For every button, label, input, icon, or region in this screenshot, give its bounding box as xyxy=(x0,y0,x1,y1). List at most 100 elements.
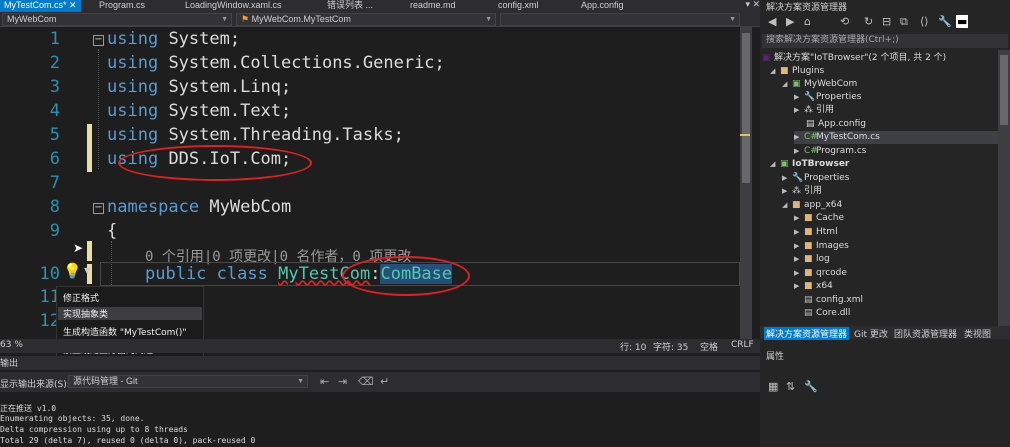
line-number: 2 xyxy=(49,53,60,73)
forward-icon[interactable]: ▶ xyxy=(786,15,794,28)
tab-app-config[interactable]: App.config xyxy=(581,0,624,12)
scrollbar-thumb[interactable] xyxy=(742,33,750,183)
change-marker xyxy=(87,241,92,261)
tab-git-changes[interactable]: Git 更改 xyxy=(854,327,888,340)
tree-item[interactable]: ▶ ■ Cache xyxy=(794,212,844,225)
close-icon[interactable]: ✕ xyxy=(69,0,77,10)
code-line: using System.Linq; xyxy=(107,77,292,97)
tab-solution-explorer[interactable]: 解决方案资源管理器 xyxy=(764,327,850,340)
output-source-label: 显示输出来源(S): xyxy=(0,380,70,390)
navigation-bar: MyWebCom ▼ ⚑ MyWebCom.MyTestCom ▼ ▼ xyxy=(0,12,760,27)
prev-message-icon[interactable]: ⇤ xyxy=(320,375,329,388)
tree-item[interactable]: ▶ ■ log xyxy=(794,253,830,266)
tree-item[interactable]: ▶ ■ Images xyxy=(794,240,849,253)
preview-icon[interactable]: ▬ xyxy=(956,15,969,28)
editor-scrollbar[interactable] xyxy=(740,27,752,339)
properties-icon[interactable]: 🔧 xyxy=(938,15,952,28)
project-combo[interactable]: MyWebCom ▼ xyxy=(2,13,232,26)
properties-title: 属性 xyxy=(766,352,785,362)
home-icon[interactable]: ⌂ xyxy=(804,15,811,28)
line-number: 7 xyxy=(49,173,60,193)
tab-class-view[interactable]: 类视图 xyxy=(964,327,991,340)
solution-explorer-search-input[interactable]: 搜索解决方案资源管理器(Ctrl+;) xyxy=(762,34,1008,48)
tree-item[interactable]: ◢ ■ Plugins xyxy=(770,65,824,78)
property-pages-icon[interactable]: 🔧 xyxy=(804,380,818,393)
chevron-right-icon: ▶ xyxy=(794,282,800,290)
back-icon[interactable]: ◀ xyxy=(768,15,776,28)
csharp-file-icon: C# xyxy=(804,132,818,142)
scrollbar-thumb[interactable] xyxy=(1000,55,1008,125)
tree-item[interactable]: ◢ ▣ IoTBrowser xyxy=(770,158,849,171)
code-line: using System.Collections.Generic; xyxy=(107,53,445,73)
annotation-ellipse xyxy=(118,145,312,181)
tree-item[interactable]: ▤ config.xml xyxy=(804,294,863,307)
tree-item[interactable]: ▶ ⁂ 引用 xyxy=(782,185,822,198)
tab-team-explorer[interactable]: 团队资源管理器 xyxy=(894,327,957,340)
tree-item[interactable]: ◢ ■ app_x64 xyxy=(782,199,842,212)
code-line: { xyxy=(107,221,118,241)
close-tab-icon[interactable]: ✕ xyxy=(752,0,760,10)
chevron-down-icon[interactable]: ▼ xyxy=(84,266,90,275)
zoom-level[interactable]: 63 % xyxy=(0,340,23,350)
collapse-all-icon[interactable]: ⊟ xyxy=(882,15,891,28)
clear-all-icon[interactable]: ⌫ xyxy=(358,375,374,388)
tree-item[interactable]: ▤ App.config xyxy=(806,118,866,131)
tab-readme[interactable]: readme.md xyxy=(410,0,456,12)
tree-item[interactable]: ▶ ■ Html xyxy=(794,226,838,239)
collapse-icon[interactable]: − xyxy=(93,203,104,214)
tree-item[interactable]: ▶ 🔧Properties xyxy=(782,172,849,185)
tree-item[interactable]: ▤ Core.dll xyxy=(804,307,850,320)
tree-item[interactable]: ▣ 解决方案"IoTBrowser"(2 个项目, 共 2 个) xyxy=(762,52,946,65)
tree-item[interactable]: ▶ ■ qrcode xyxy=(794,267,847,280)
solution-explorer-scrollbar[interactable] xyxy=(998,50,1010,326)
member-combo[interactable]: ▼ xyxy=(500,13,740,26)
class-combo[interactable]: ⚑ MyWebCom.MyTestCom ▼ xyxy=(236,13,496,26)
refresh-icon[interactable]: ↻ xyxy=(864,15,873,28)
whitespace-mode[interactable]: 空格 xyxy=(700,340,718,353)
tree-item[interactable]: ▶ ■ x64 xyxy=(794,280,833,293)
tree-item[interactable]: ▶ ⁂ 引用 xyxy=(794,104,834,117)
indent-guide xyxy=(98,49,99,169)
tree-item[interactable]: ◢ ▣ MyWebCom xyxy=(782,78,857,91)
menu-item-fix-format[interactable]: 修正格式 xyxy=(63,291,99,304)
editor-status-bar: 63 % 行: 10 字符: 35 空格 CRLF xyxy=(0,339,760,353)
tab-overflow-icon[interactable]: ▾ xyxy=(745,0,750,10)
tab-config-xml[interactable]: config.xml xyxy=(498,0,539,12)
menu-item-generate-ctor[interactable]: 生成构造函数 "MyTestCom()" xyxy=(63,325,187,338)
tree-item[interactable]: ▶ 🔧Properties xyxy=(794,91,861,104)
next-message-icon[interactable]: ⇥ xyxy=(338,375,347,388)
collapse-icon[interactable]: − xyxy=(93,35,104,46)
line-number: 8 xyxy=(49,197,60,217)
code-line: using System.Text; xyxy=(107,101,292,121)
tab-program[interactable]: Program.cs xyxy=(99,0,145,12)
line-number: 3 xyxy=(49,77,60,97)
tab-label: MyTestCom.cs* xyxy=(4,0,67,10)
code-view-icon[interactable]: ⟨⟩ xyxy=(920,15,929,28)
tree-item-selected[interactable]: ▶ C#MyTestCom.cs xyxy=(794,131,998,144)
chevron-right-icon: ▶ xyxy=(794,93,800,101)
categorized-icon[interactable]: ▦ xyxy=(768,380,778,393)
line-number: 1 xyxy=(49,29,60,49)
show-all-files-icon[interactable]: ⧉ xyxy=(900,15,908,29)
word-wrap-icon[interactable]: ↵ xyxy=(380,375,389,388)
chevron-right-icon: ▶ xyxy=(794,242,800,250)
tree-item[interactable]: ▶ C#Program.cs xyxy=(794,145,866,158)
sync-icon[interactable]: ⟲ xyxy=(840,15,849,28)
tab-errorlist[interactable]: 错误列表 ... xyxy=(327,0,373,12)
alphabetical-icon[interactable]: ⇅ xyxy=(786,380,795,393)
expand-icon: ◢ xyxy=(770,67,776,75)
menu-item-implement-abstract[interactable]: 实现抽象类 xyxy=(58,307,202,320)
output-text[interactable]: 正在推送 v1.0 Enumerating objects: 35, done.… xyxy=(0,395,760,447)
chevron-right-icon: ▶ xyxy=(794,269,800,277)
tab-loadingwindow[interactable]: LoadingWindow.xaml.cs xyxy=(185,0,282,12)
line-number: 5 xyxy=(49,125,60,145)
expand-icon: ◢ xyxy=(770,160,776,168)
solution-icon: ▣ xyxy=(762,53,771,63)
csproj-icon: ▣ xyxy=(780,159,789,169)
output-source-select[interactable]: 源代码管理 - Git ▼ xyxy=(68,375,308,388)
output-title: 输出 xyxy=(0,359,19,369)
lightbulb-icon[interactable]: 💡 xyxy=(63,262,85,282)
tab-mytestcom[interactable]: MyTestCom.cs* ✕ xyxy=(0,0,81,12)
line-ending[interactable]: CRLF xyxy=(731,340,754,350)
chevron-right-icon: ▶ xyxy=(794,228,800,236)
